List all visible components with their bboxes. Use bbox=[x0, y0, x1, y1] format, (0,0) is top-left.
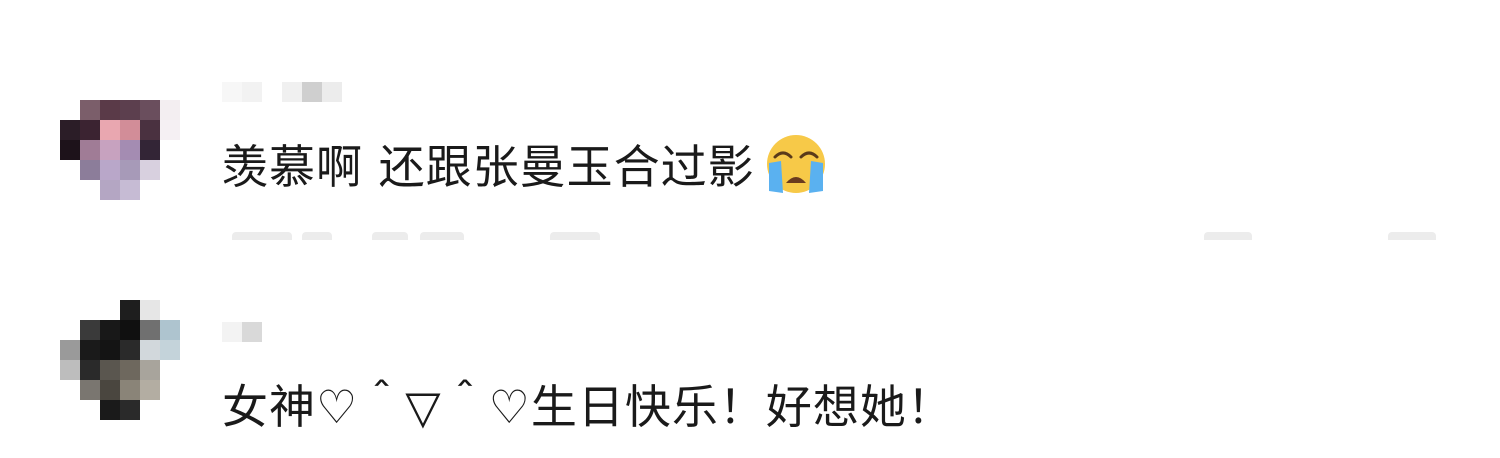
username-pixelated[interactable] bbox=[222, 322, 262, 342]
avatar-pixel bbox=[160, 320, 180, 340]
avatar-pixel bbox=[80, 300, 100, 320]
comment-text: 女神♡＾▽＾♡生日快乐！好想她！ bbox=[222, 374, 954, 434]
avatar-pixel bbox=[120, 180, 140, 200]
avatar-pixel bbox=[160, 120, 180, 140]
avatar-pixel bbox=[160, 140, 180, 160]
avatar-pixel bbox=[80, 140, 100, 160]
comment-text: 羡慕啊 还跟张曼玉合过影 bbox=[222, 134, 831, 194]
avatar-pixel bbox=[60, 80, 80, 100]
avatar-pixel bbox=[60, 120, 80, 140]
comment-body: 女神♡＾▽＾♡生日快乐！好想她！ bbox=[222, 380, 954, 434]
avatar-pixel bbox=[100, 300, 120, 320]
username-pixel bbox=[282, 82, 302, 102]
avatar-pixel bbox=[120, 140, 140, 160]
avatar-pixel bbox=[160, 160, 180, 180]
avatar-pixel bbox=[140, 340, 160, 360]
avatar-pixel bbox=[120, 360, 140, 380]
avatar-pixel bbox=[140, 300, 160, 320]
avatar-pixel bbox=[120, 120, 140, 140]
username-pixel bbox=[322, 82, 342, 102]
avatar-pixel bbox=[160, 180, 180, 200]
avatar[interactable] bbox=[60, 80, 180, 200]
avatar-pixel bbox=[140, 400, 160, 420]
avatar[interactable] bbox=[60, 300, 180, 420]
like-icon[interactable] bbox=[1204, 232, 1252, 240]
avatar-pixel bbox=[60, 380, 80, 400]
username-pixel bbox=[222, 82, 242, 102]
avatar-pixel bbox=[120, 400, 140, 420]
avatar-pixel bbox=[140, 320, 160, 340]
avatar-pixel bbox=[160, 380, 180, 400]
comment-body: 羡慕啊 还跟张曼玉合过影 bbox=[222, 140, 755, 194]
avatar-pixel bbox=[140, 180, 160, 200]
loudly-crying-face-icon bbox=[766, 135, 825, 193]
avatar-pixel bbox=[80, 100, 100, 120]
avatar-pixel bbox=[80, 180, 100, 200]
avatar-pixel bbox=[140, 360, 160, 380]
avatar-pixel bbox=[160, 100, 180, 120]
avatar-pixel bbox=[100, 320, 120, 340]
avatar-pixel bbox=[120, 100, 140, 120]
avatar-pixel bbox=[60, 400, 80, 420]
username-pixel bbox=[242, 82, 262, 102]
avatar-pixel bbox=[120, 160, 140, 180]
avatar-pixel bbox=[60, 340, 80, 360]
avatar-pixel bbox=[60, 180, 80, 200]
avatar-pixel bbox=[80, 120, 100, 140]
avatar-pixel bbox=[160, 300, 180, 320]
avatar-pixel bbox=[60, 140, 80, 160]
meta-fragment bbox=[420, 232, 464, 240]
username-pixel bbox=[222, 322, 242, 342]
avatar-pixel bbox=[100, 360, 120, 380]
avatar-pixel bbox=[60, 300, 80, 320]
avatar-pixel bbox=[160, 360, 180, 380]
avatar-pixel bbox=[100, 140, 120, 160]
comment-meta-row-clipped bbox=[0, 226, 1500, 240]
avatar-pixel bbox=[80, 360, 100, 380]
reply-icon[interactable] bbox=[1388, 232, 1436, 240]
avatar-pixel bbox=[100, 100, 120, 120]
avatar-pixel bbox=[80, 80, 100, 100]
avatar-pixel bbox=[60, 160, 80, 180]
avatar-pixel bbox=[100, 340, 120, 360]
avatar-pixel bbox=[120, 340, 140, 360]
avatar-pixel bbox=[100, 380, 120, 400]
comment-item: 女神♡＾▽＾♡生日快乐！好想她！ bbox=[0, 240, 1500, 458]
avatar-pixel bbox=[60, 320, 80, 340]
avatar-pixel bbox=[100, 120, 120, 140]
avatar-pixel bbox=[100, 400, 120, 420]
avatar-pixel bbox=[80, 320, 100, 340]
avatar-pixel bbox=[80, 400, 100, 420]
avatar-pixel bbox=[160, 340, 180, 360]
avatar-pixel bbox=[160, 400, 180, 420]
avatar-pixel bbox=[120, 320, 140, 340]
username-pixel bbox=[262, 82, 282, 102]
avatar-pixel bbox=[120, 300, 140, 320]
avatar-pixel bbox=[140, 120, 160, 140]
avatar-pixel bbox=[100, 160, 120, 180]
avatar-pixel bbox=[140, 80, 160, 100]
avatar-pixel bbox=[100, 80, 120, 100]
avatar-pixel bbox=[80, 160, 100, 180]
meta-fragment bbox=[550, 232, 600, 240]
comment-item: 羡慕啊 还跟张曼玉合过影 bbox=[0, 0, 1500, 240]
avatar-pixel bbox=[80, 340, 100, 360]
username-pixelated[interactable] bbox=[222, 82, 342, 102]
avatar-pixel bbox=[120, 80, 140, 100]
avatar-pixel bbox=[120, 380, 140, 400]
username-pixel bbox=[302, 82, 322, 102]
meta-fragment bbox=[372, 232, 408, 240]
avatar-pixel bbox=[140, 380, 160, 400]
avatar-pixel bbox=[140, 160, 160, 180]
avatar-pixel bbox=[140, 100, 160, 120]
username-pixel bbox=[242, 322, 262, 342]
avatar-pixel bbox=[60, 100, 80, 120]
avatar-pixel bbox=[100, 180, 120, 200]
avatar-pixel bbox=[60, 360, 80, 380]
avatar-pixel bbox=[160, 80, 180, 100]
meta-fragment bbox=[232, 232, 292, 240]
avatar-pixel bbox=[80, 380, 100, 400]
meta-fragment bbox=[302, 232, 332, 240]
avatar-pixel bbox=[140, 140, 160, 160]
